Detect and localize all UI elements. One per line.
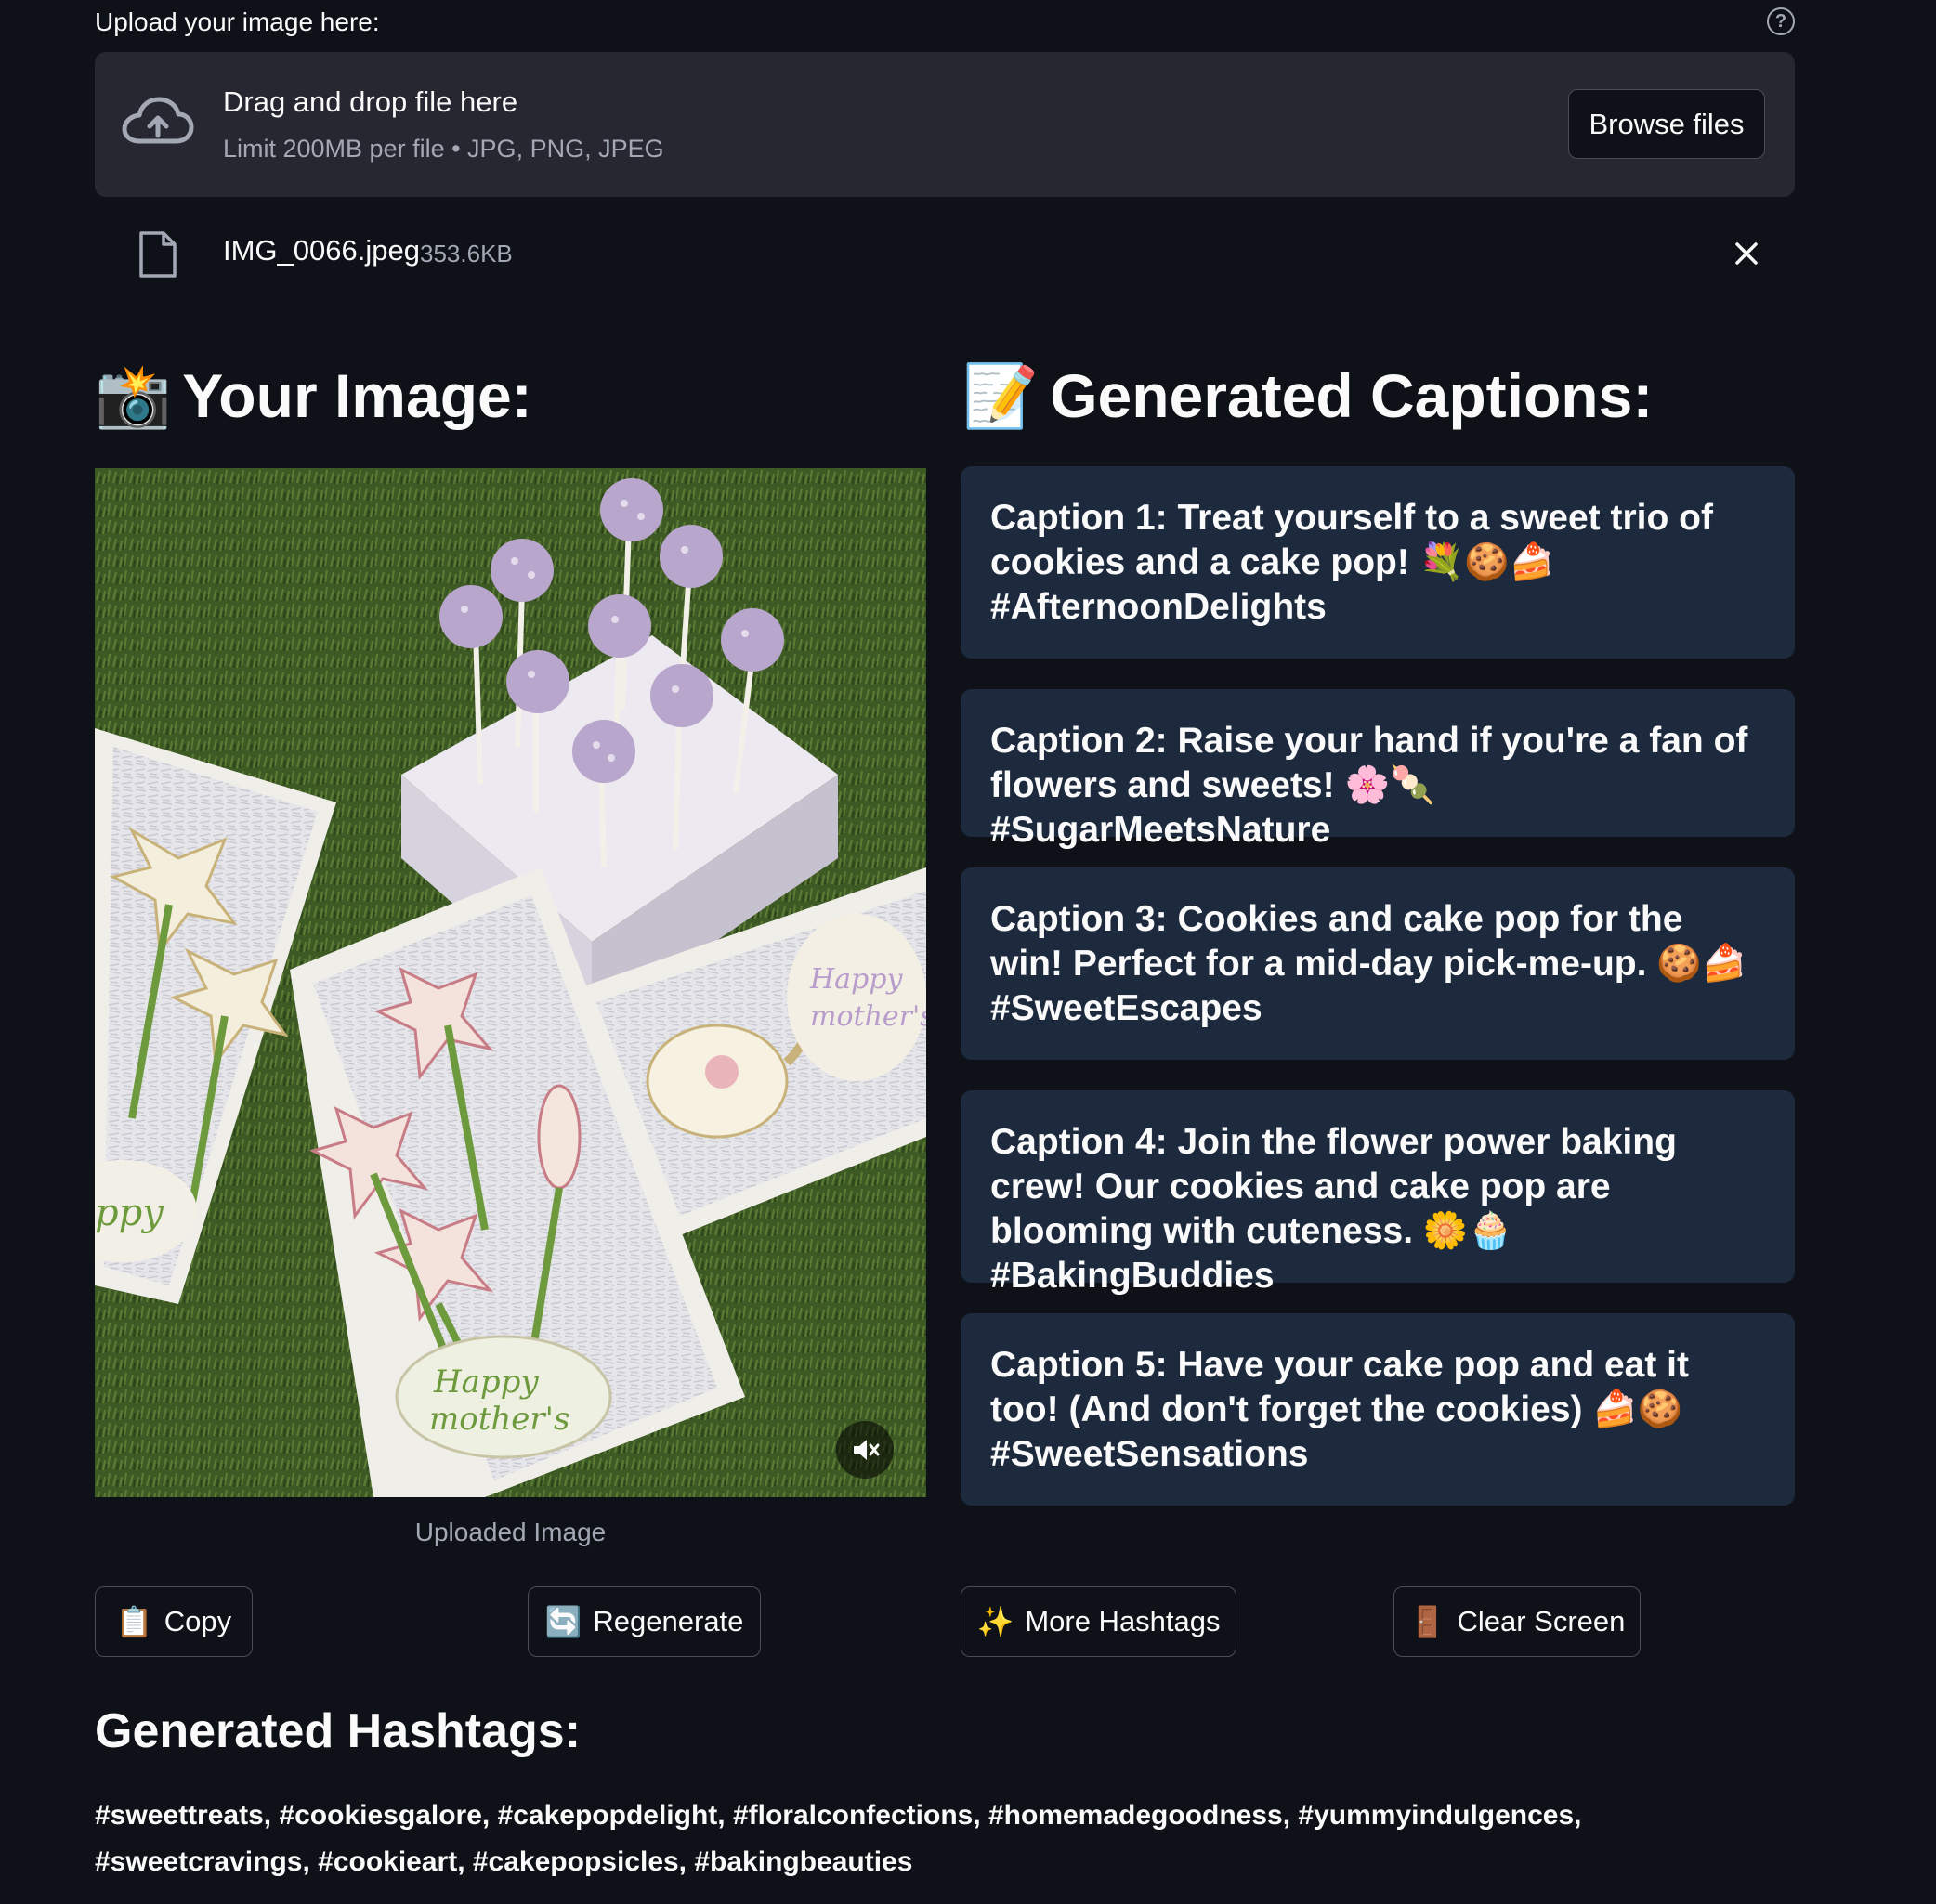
caption-card: Caption 5: Have your cake pop and eat it… [961, 1313, 1795, 1506]
clear-screen-button[interactable]: 🚪 Clear Screen [1393, 1586, 1641, 1657]
upload-label: Upload your image here: [95, 7, 380, 36]
svg-text:mother's: mother's [810, 1000, 926, 1033]
regenerate-button-label: Regenerate [593, 1605, 744, 1637]
generated-captions-heading: 📝 Generated Captions: [962, 360, 1653, 433]
svg-text:Happy: Happy [809, 963, 903, 996]
regenerate-button[interactable]: 🔄 Regenerate [528, 1586, 761, 1657]
caption-card: Caption 4: Join the flower power baking … [961, 1090, 1795, 1296]
help-icon[interactable]: ? [1767, 7, 1795, 35]
caption-card: Caption 3: Cookies and cake pop for the … [961, 867, 1795, 1060]
memo-icon: 📝 [962, 361, 1040, 430]
generated-hashtags-heading: Generated Hashtags: [95, 1704, 582, 1758]
generated-captions-heading-text: Generated Captions: [1050, 361, 1654, 430]
uploaded-image-illustration: ppy Happy mother's Happy mother's [95, 468, 926, 1497]
clipboard-icon: 📋 [115, 1605, 153, 1638]
close-icon[interactable] [1730, 237, 1763, 270]
drop-limit-text: Limit 200MB per file • JPG, PNG, JPEG [223, 135, 664, 163]
more-hashtags-button-label: More Hashtags [1025, 1605, 1221, 1637]
file-dropzone[interactable] [95, 52, 1795, 197]
hashtags-text: #sweettreats, #cookiesgalore, #cakepopde… [95, 1800, 1582, 1877]
cloud-upload-icon [122, 97, 194, 144]
image-caption: Uploaded Image [414, 1518, 607, 1546]
drop-title: Drag and drop file here [223, 85, 518, 118]
camera-flash-icon: 📸 [95, 361, 172, 430]
copy-button-label: Copy [164, 1605, 232, 1637]
file-icon [139, 231, 177, 278]
caption-card: Caption 1: Treat yourself to a sweet tri… [961, 466, 1795, 659]
door-icon: 🚪 [1408, 1605, 1446, 1638]
copy-button[interactable]: 📋 Copy [95, 1586, 253, 1657]
your-image-heading: 📸 Your Image: [95, 360, 532, 433]
svg-text:Happy: Happy [433, 1363, 539, 1401]
uploaded-image: ppy Happy mother's Happy mother's [95, 468, 926, 1497]
caption-card: Caption 2: Raise your hand if you're a f… [961, 689, 1795, 850]
refresh-icon: 🔄 [544, 1605, 582, 1638]
file-name: IMG_0066.jpeg [223, 234, 420, 267]
your-image-heading-text: Your Image: [182, 361, 532, 430]
svg-text:ppy: ppy [95, 1192, 164, 1234]
browse-files-button[interactable]: Browse files [1568, 89, 1765, 159]
mute-icon[interactable] [836, 1421, 894, 1479]
sparkles-icon: ✨ [976, 1605, 1014, 1638]
clear-screen-button-label: Clear Screen [1457, 1605, 1626, 1637]
file-size: 353.6KB [420, 240, 513, 267]
svg-text:mother's: mother's [429, 1401, 569, 1438]
more-hashtags-button[interactable]: ✨ More Hashtags [961, 1586, 1236, 1657]
